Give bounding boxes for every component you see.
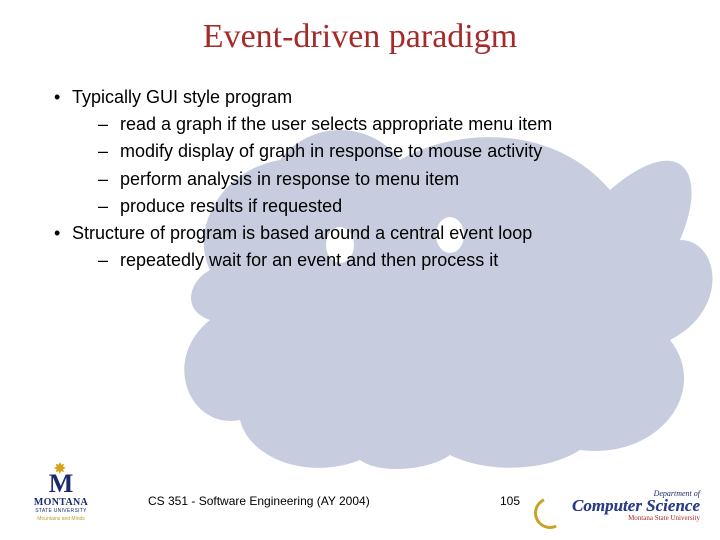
list-item: •Typically GUI style program (54, 85, 674, 110)
list-item: –perform analysis in response to menu it… (54, 167, 674, 192)
flame-icon: ✸ (54, 464, 66, 475)
list-item: –modify display of graph in response to … (54, 139, 674, 164)
msu-tag: Mountains and Minds (24, 516, 98, 522)
bullet-text: Structure of program is based around a c… (72, 223, 532, 243)
msu-word: MONTANA (24, 497, 98, 508)
list-item: –produce results if requested (54, 194, 674, 219)
footer: M✸ MONTANA STATE UNIVERSITY Mountains an… (0, 468, 720, 528)
cs-dept-logo: Department of Computer Science Montana S… (540, 489, 700, 522)
list-item: –read a graph if the user selects approp… (54, 112, 674, 137)
list-item: •Structure of program is based around a … (54, 221, 674, 246)
msu-sub: STATE UNIVERSITY (24, 508, 98, 514)
bullet-text: produce results if requested (120, 196, 342, 216)
bullet-text: perform analysis in response to menu ite… (120, 169, 459, 189)
course-label: CS 351 - Software Engineering (AY 2004) (148, 494, 370, 508)
bullet-text: read a graph if the user selects appropr… (120, 114, 552, 134)
slide-body: •Typically GUI style program –read a gra… (54, 85, 674, 275)
bullet-text: repeatedly wait for an event and then pr… (120, 250, 498, 270)
list-item: –repeatedly wait for an event and then p… (54, 248, 674, 273)
bullet-text: Typically GUI style program (72, 87, 292, 107)
msu-logo: M✸ MONTANA STATE UNIVERSITY Mountains an… (24, 474, 98, 522)
slide-title: Event-driven paradigm (0, 18, 720, 56)
bullet-text: modify display of graph in response to m… (120, 141, 542, 161)
page-number: 105 (500, 494, 520, 508)
